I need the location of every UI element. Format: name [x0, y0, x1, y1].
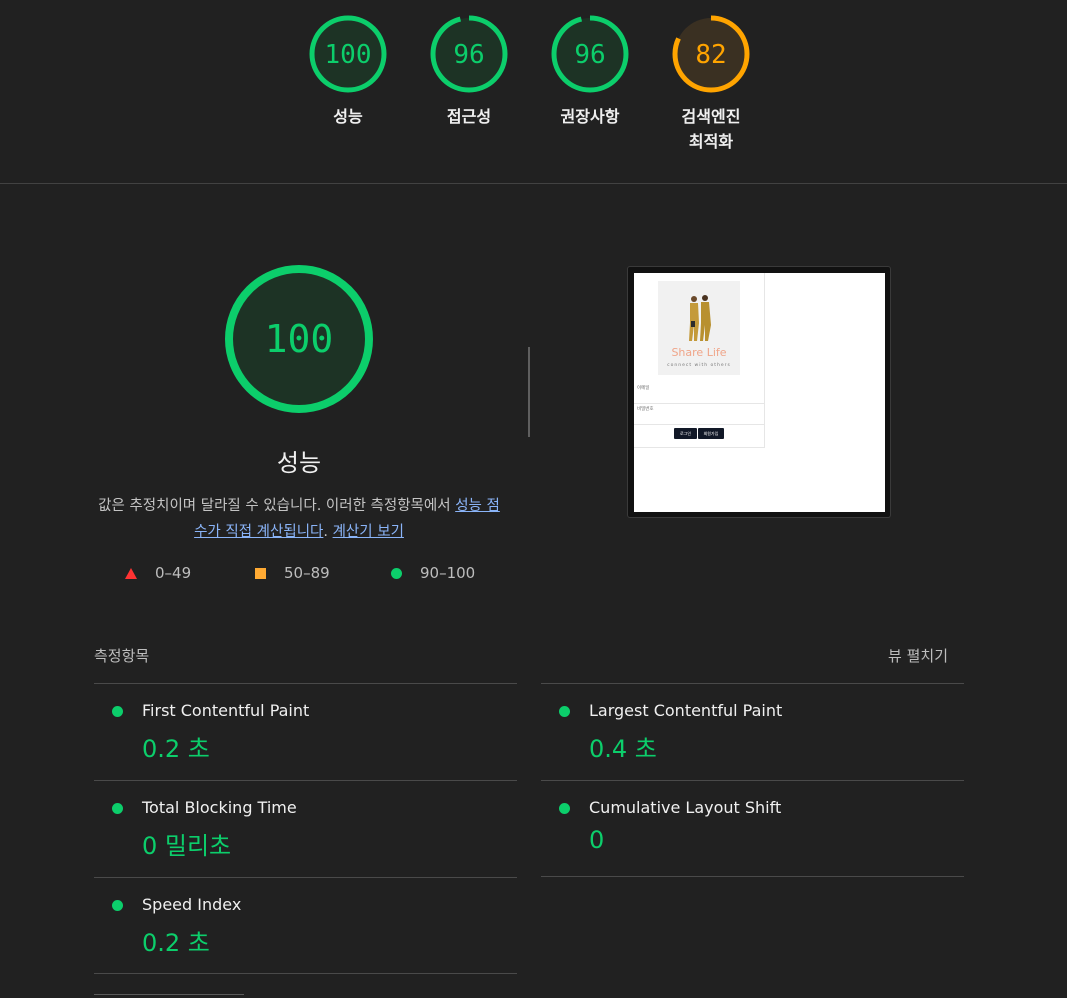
- metric-lcp[interactable]: Largest Contentful Paint 0.4 초: [541, 683, 964, 781]
- square-icon: [255, 567, 266, 579]
- gauge-ring: 96: [430, 15, 508, 93]
- screenshot-email-field: 이메일: [634, 383, 764, 404]
- metric-value: 0.2 초: [142, 735, 210, 763]
- gauge-label: 권장사항: [560, 107, 620, 126]
- gauge-accessibility[interactable]: 96 접근성: [409, 14, 529, 129]
- legend-pass: 90–100: [391, 564, 475, 582]
- login-card: Share Life connect with others 이메일 비밀번호 …: [634, 273, 765, 448]
- description-separator: .: [323, 524, 333, 540]
- legend-average: 50–89: [255, 564, 330, 582]
- pass-circle-icon: [112, 706, 123, 717]
- legend-range: 50–89: [284, 564, 330, 582]
- pass-circle-icon: [559, 706, 570, 717]
- legend-range: 0–49: [155, 564, 192, 582]
- metric-value: 0.4 초: [589, 735, 657, 763]
- screenshot-page: Share Life connect with others 이메일 비밀번호 …: [634, 273, 885, 512]
- performance-description: 값은 추정치이며 달라질 수 있습니다. 이러한 측정항목에서 성능 점수가 직…: [94, 493, 504, 545]
- screenshot-signup-button: 회원가입: [698, 428, 724, 439]
- metric-cls[interactable]: Cumulative Layout Shift 0: [541, 780, 964, 878]
- score-legend: 0–49 50–89 90–100: [0, 564, 600, 586]
- pass-circle-icon: [112, 900, 123, 911]
- legend-range: 90–100: [420, 564, 476, 582]
- couple-illustration-icon: [689, 295, 711, 341]
- circle-icon: [391, 567, 402, 579]
- metric-name: First Contentful Paint: [142, 701, 310, 720]
- category-gauges: 100 성능 96 접근성 96 권장사항 82 검색엔진 최적화: [0, 0, 1067, 184]
- metric-value: 0 밀리초: [142, 832, 232, 860]
- performance-score: 100: [265, 317, 334, 361]
- performance-gauge: 100: [225, 265, 373, 413]
- gauge-performance[interactable]: 100 성능: [288, 14, 408, 129]
- metric-name: Largest Contentful Paint: [589, 701, 783, 720]
- gauge-label: 접근성: [446, 107, 492, 126]
- divider: [94, 973, 517, 974]
- legend-fail: 0–49: [125, 564, 191, 582]
- gauge-label: 검색엔진 최적화: [681, 107, 741, 151]
- triangle-icon: [125, 567, 137, 579]
- gauge-label: 성능: [333, 107, 363, 126]
- gauge-seo[interactable]: 82 검색엔진 최적화: [651, 14, 771, 154]
- screenshot-logo: Share Life: [671, 346, 727, 359]
- description-text: 값은 추정치이며 달라질 수 있습니다. 이러한 측정항목에서: [98, 498, 456, 514]
- gauge-best-practices[interactable]: 96 권장사항: [530, 14, 650, 129]
- metrics-title: 측정항목: [94, 647, 150, 665]
- calculator-link[interactable]: 계산기 보기: [333, 524, 404, 540]
- gauge-score: 96: [574, 40, 605, 70]
- metric-name: Speed Index: [142, 895, 242, 914]
- pass-circle-icon: [559, 803, 570, 814]
- pass-circle-icon: [112, 803, 123, 814]
- gauge-ring: 96: [551, 15, 629, 93]
- screenshot-tagline: connect with others: [667, 363, 731, 368]
- final-screenshot[interactable]: Share Life connect with others 이메일 비밀번호 …: [627, 266, 891, 518]
- metric-value: 0: [589, 826, 605, 854]
- gauge-ring: 82: [672, 15, 750, 93]
- gauge-score: 96: [453, 40, 484, 70]
- gauge-score: 100: [325, 40, 372, 70]
- metric-fcp[interactable]: First Contentful Paint 0.2 초: [94, 683, 517, 781]
- performance-title: 성능: [276, 449, 322, 477]
- brand-poster: Share Life connect with others: [658, 281, 740, 375]
- metric-value: 0.2 초: [142, 929, 210, 957]
- expand-view-toggle[interactable]: 뷰 펼치기: [888, 645, 948, 666]
- metric-speed-index[interactable]: Speed Index 0.2 초: [94, 877, 517, 975]
- button-stub[interactable]: [94, 994, 244, 998]
- divider: [528, 347, 530, 437]
- metric-name: Total Blocking Time: [142, 798, 297, 817]
- gauge-ring: 100: [309, 15, 387, 93]
- screenshot-password-field: 비밀번호: [634, 404, 764, 425]
- divider: [541, 876, 964, 877]
- gauge-score: 82: [695, 40, 726, 70]
- metric-tbt[interactable]: Total Blocking Time 0 밀리초: [94, 780, 517, 878]
- screenshot-login-button: 로그인: [674, 428, 697, 439]
- metric-name: Cumulative Layout Shift: [589, 798, 782, 817]
